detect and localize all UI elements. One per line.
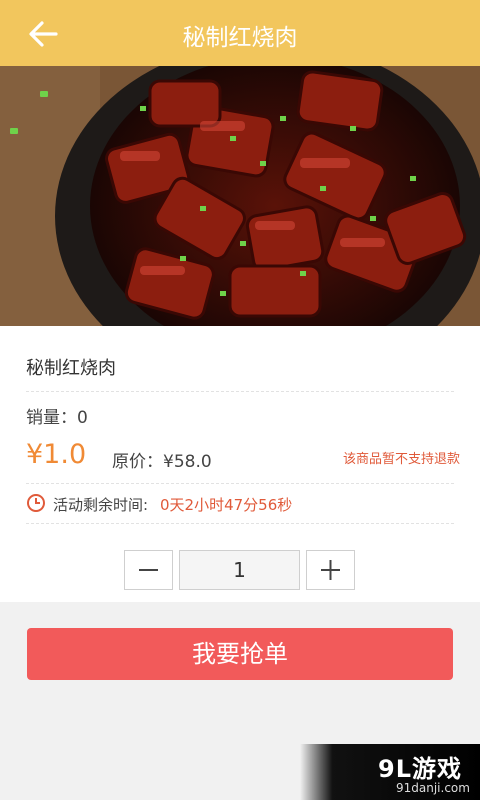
- timer-label: 活动剩余时间:: [53, 496, 149, 514]
- watermark-brand: 9L游戏: [378, 755, 462, 783]
- product-image: [0, 66, 480, 326]
- watermark-site: 91danji.com: [396, 781, 470, 795]
- increase-quantity-button[interactable]: [306, 550, 355, 590]
- quantity-input[interactable]: 1: [179, 550, 300, 590]
- clock-icon: [27, 494, 45, 512]
- refund-note: 该商品暂不支持退款: [342, 452, 460, 467]
- title-bar: 秘制红烧肉: [0, 0, 480, 66]
- page-title: 秘制红烧肉: [182, 25, 298, 51]
- original-price: 原价：¥58.0: [112, 452, 212, 472]
- timer-value: 0天2小时47分56秒: [160, 496, 293, 514]
- watermark-logo: 9L游戏 91danji.com: [300, 744, 480, 800]
- minus-icon: [139, 569, 158, 571]
- decrease-quantity-button[interactable]: [124, 550, 173, 590]
- product-info-panel: 秘制红烧肉 销量：0 ¥1.0 原价：¥58.0 该商品暂不支持退款 活动剩余时…: [0, 326, 480, 602]
- product-name: 秘制红烧肉: [26, 358, 116, 379]
- divider: [26, 483, 454, 484]
- divider: [26, 523, 454, 524]
- divider: [26, 391, 454, 392]
- grab-order-button[interactable]: 我要抢单: [27, 628, 453, 680]
- plus-icon: [321, 560, 340, 580]
- sales-count: 销量：0: [26, 408, 88, 428]
